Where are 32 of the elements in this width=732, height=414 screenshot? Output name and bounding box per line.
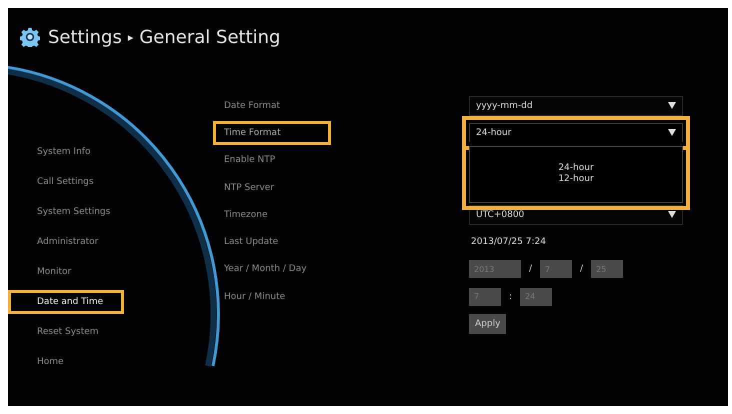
- setting-label: Hour / Minute: [223, 290, 286, 304]
- sidebar-item[interactable]: Monitor: [8, 260, 120, 284]
- caret-icon: [668, 102, 676, 110]
- settings-icon: [20, 27, 40, 47]
- sidebar-item[interactable]: System Settings: [8, 200, 120, 224]
- dropdown-option[interactable]: 24-hour: [558, 163, 594, 174]
- setting-label: Time Format: [213, 120, 331, 145]
- dropdown[interactable]: UTC+0800: [469, 204, 683, 225]
- apply-button[interactable]: Apply: [469, 314, 506, 334]
- dropdown[interactable]: 24-hour: [469, 122, 683, 143]
- sidebar-item[interactable]: Administrator: [8, 230, 120, 254]
- sidebar-item[interactable]: Date and Time: [8, 290, 124, 314]
- sidebar-item[interactable]: Call Settings: [8, 170, 120, 194]
- dropdown-option[interactable]: 12-hour: [558, 174, 594, 186]
- field-separator: :: [509, 292, 512, 302]
- page-title: Settings: [48, 26, 122, 48]
- field-separator: /: [580, 264, 584, 274]
- caret-icon: [668, 211, 676, 218]
- dropdown[interactable]: yyyy-mm-dd: [469, 96, 683, 116]
- page-subtitle: General Setting: [139, 26, 280, 48]
- setting-label: Timezone: [223, 208, 268, 222]
- setting-label: Year / Month / Day: [223, 263, 308, 276]
- setting-label: Date Format: [223, 100, 282, 113]
- last-update-value: 2013/07/25 7:24: [470, 237, 546, 248]
- sidebar-item[interactable]: System Info: [8, 140, 120, 164]
- sidebar-item[interactable]: Home: [8, 350, 120, 374]
- setting-label: Last Update: [223, 236, 280, 250]
- setting-label: Enable NTP: [223, 154, 276, 168]
- sidebar-item[interactable]: Reset System: [8, 320, 120, 344]
- breadcrumb-separator: ▸: [128, 30, 134, 44]
- field-separator: /: [529, 264, 532, 274]
- setting-label: NTP Server: [223, 182, 276, 195]
